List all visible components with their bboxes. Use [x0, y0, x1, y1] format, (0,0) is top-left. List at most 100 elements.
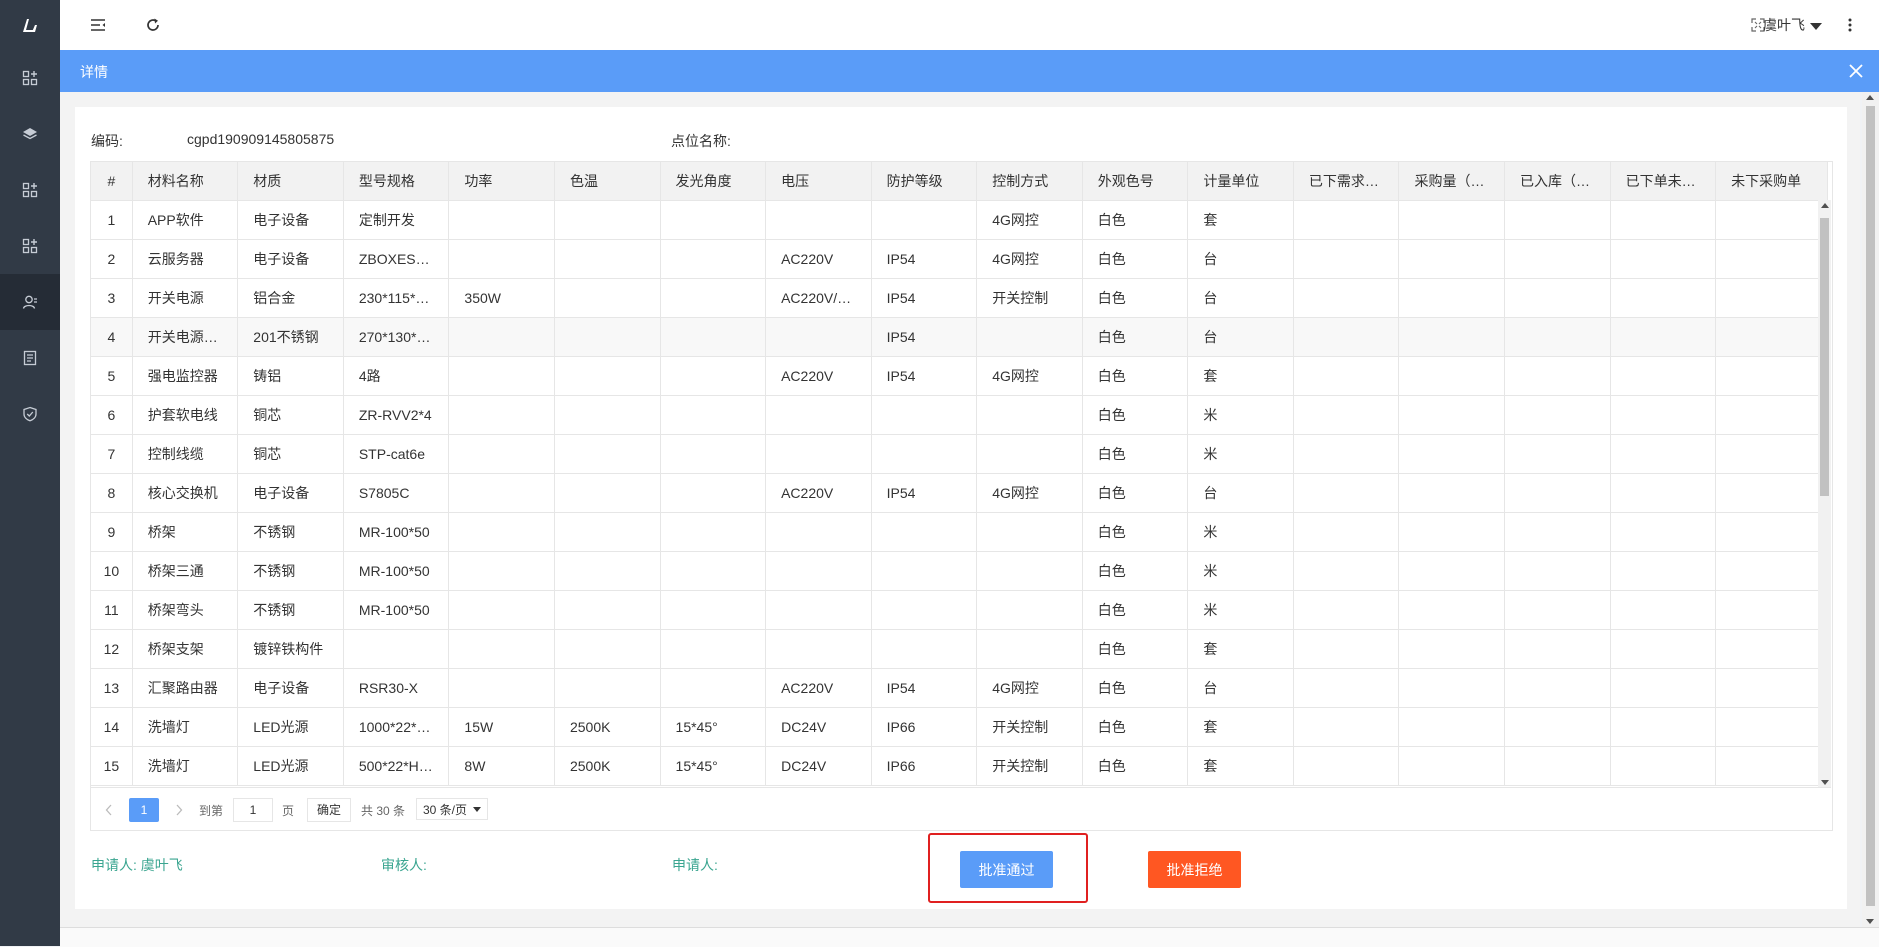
table-cell — [1398, 356, 1506, 396]
table-cell — [660, 590, 767, 630]
table-row[interactable]: 8 核心交换机 电子设备 S7805C AC220V IP54 4G网控 白色台 — [91, 473, 1828, 513]
table-cell — [660, 512, 767, 552]
sidebar-item-layers[interactable] — [0, 106, 60, 162]
caret-down-icon — [1810, 22, 1822, 30]
table-cell: 13 — [91, 668, 133, 708]
column-header: 材料名称 — [132, 162, 239, 201]
table-cell — [1610, 590, 1717, 630]
column-header: 色温 — [554, 162, 661, 201]
table-cell — [765, 590, 872, 630]
table-cell — [765, 395, 872, 435]
sidebar-item-modules-a[interactable] — [0, 162, 60, 218]
table-cell — [1715, 200, 1828, 240]
logo-icon[interactable] — [0, 0, 60, 50]
sidebar-item-security[interactable] — [0, 386, 60, 442]
sidebar-item-documents[interactable] — [0, 330, 60, 386]
table-cell: 8W — [448, 746, 555, 786]
table-cell — [660, 239, 767, 279]
scroll-up-icon[interactable] — [1821, 203, 1829, 208]
table-cell: 台 — [1187, 317, 1294, 357]
table-cell — [1398, 512, 1506, 552]
table-cell — [1398, 395, 1506, 435]
table-cell — [1398, 629, 1506, 669]
code-value: cgpd190909145805875 — [187, 131, 335, 147]
table-cell — [976, 395, 1083, 435]
table-cell — [1293, 512, 1400, 552]
more-vertical-icon[interactable] — [1840, 15, 1860, 35]
table-cell — [448, 200, 555, 240]
table-cell: 10 — [91, 551, 133, 591]
table-cell — [1293, 317, 1400, 357]
table-cell: 控制线缆 — [132, 434, 239, 474]
table-cell: 500*22*H… — [343, 746, 450, 786]
table-row[interactable]: 1 APP软件 电子设备 定制开发 4G网控 白色套 — [91, 200, 1828, 240]
table-cell — [554, 239, 661, 279]
table-cell: 白色 — [1082, 590, 1189, 630]
column-header: 外观色号 — [1082, 162, 1189, 201]
table-cell — [1293, 200, 1400, 240]
table-cell: ZR-RVV2*4 — [343, 395, 450, 435]
table-cell: 白色 — [1082, 239, 1189, 279]
column-header: 未下采购单 — [1715, 162, 1828, 201]
table-cell — [1715, 512, 1828, 552]
table-cell: 白色 — [1082, 668, 1189, 708]
apps-add-icon — [22, 238, 38, 254]
table-row[interactable]: 2 云服务器 电子设备 ZBOXES… AC220V IP54 4G网控 白色台 — [91, 239, 1828, 279]
table-cell: 米 — [1187, 434, 1294, 474]
sidebar-item-dashboard[interactable] — [0, 50, 60, 106]
topbar: 虞叶飞 — [60, 0, 1879, 51]
sidebar-item-users[interactable] — [0, 274, 60, 330]
user-menu[interactable]: 虞叶飞 — [1763, 15, 1822, 35]
table-row[interactable]: 14 洗墙灯 LED光源 1000*22*… 15W 2500K 15*45° DC24V IP… — [91, 707, 1828, 747]
reject-button[interactable]: 批准拒绝 — [1148, 851, 1241, 888]
table-cell: 白色 — [1082, 551, 1189, 591]
table-scrollbar[interactable] — [1818, 200, 1831, 788]
sidebar-item-modules-b[interactable] — [0, 218, 60, 274]
table-row[interactable]: 7 控制线缆 铜芯 STP-cat6e 白色米 — [91, 434, 1828, 474]
table-cell — [1610, 512, 1717, 552]
table-row[interactable]: 12 桥架支架 镀锌铁构件 白色套 — [91, 629, 1828, 669]
table-cell — [1293, 434, 1400, 474]
page-number-input[interactable]: 1 — [233, 798, 273, 822]
scroll-thumb[interactable] — [1866, 106, 1875, 906]
table-row[interactable]: 3 开关电源 铝合金 230*115*… 350W AC220V/… IP54 开关控制 白色台 — [91, 278, 1828, 318]
page-scrollbar[interactable] — [1862, 92, 1879, 927]
table-cell — [871, 590, 978, 630]
close-icon[interactable] — [1847, 62, 1865, 80]
table-cell: 不锈钢 — [237, 551, 344, 591]
table-cell — [660, 278, 767, 318]
column-header: # — [91, 162, 133, 201]
table-cell — [1504, 668, 1611, 708]
table-row[interactable]: 10 桥架三通 不锈钢 MR-100*50 白色米 — [91, 551, 1828, 591]
table-row[interactable]: 15 洗墙灯 LED光源 500*22*H… 8W 2500K 15*45° DC24V IP6… — [91, 746, 1828, 786]
table-cell — [660, 473, 767, 513]
table-cell: 开关控制 — [976, 746, 1083, 786]
table-cell: 套 — [1187, 356, 1294, 396]
scroll-down-icon[interactable] — [1821, 780, 1829, 785]
table-cell: 9 — [91, 512, 133, 552]
table-row[interactable]: 11 桥架弯头 不锈钢 MR-100*50 白色米 — [91, 590, 1828, 630]
page-size-select[interactable]: 30 条/页 — [416, 798, 488, 820]
scroll-thumb[interactable] — [1820, 218, 1829, 496]
table-row[interactable]: 9 桥架 不锈钢 MR-100*50 白色米 — [91, 512, 1828, 552]
sidebar — [0, 0, 60, 946]
table-cell: 270*130*… — [343, 317, 450, 357]
scroll-down-icon[interactable] — [1866, 919, 1874, 924]
scroll-up-icon[interactable] — [1866, 95, 1874, 100]
table-row[interactable]: 13 汇聚路由器 电子设备 RSR30-X AC220V IP54 4G网控 白色台 — [91, 668, 1828, 708]
menu-toggle-icon[interactable] — [88, 15, 108, 35]
table-cell: 开关控制 — [976, 278, 1083, 318]
table-cell: 电子设备 — [237, 473, 344, 513]
column-header: 控制方式 — [976, 162, 1083, 201]
confirm-page-button[interactable]: 确定 — [307, 798, 351, 822]
refresh-icon[interactable] — [143, 15, 163, 35]
table-row[interactable]: 5 强电监控器 铸铝 4路 AC220V IP54 4G网控 白色套 — [91, 356, 1828, 396]
table-cell — [871, 512, 978, 552]
table-row[interactable]: 4 开关电源… 201不锈钢 270*130*… IP54 白色台 — [91, 317, 1828, 357]
approve-button[interactable]: 批准通过 — [960, 851, 1053, 888]
page-1-button[interactable]: 1 — [129, 798, 159, 822]
table-row[interactable]: 6 护套软电线 铜芯 ZR-RVV2*4 白色米 — [91, 395, 1828, 435]
table-cell — [871, 395, 978, 435]
prev-page-icon[interactable] — [99, 798, 119, 822]
next-page-icon[interactable] — [169, 798, 189, 822]
